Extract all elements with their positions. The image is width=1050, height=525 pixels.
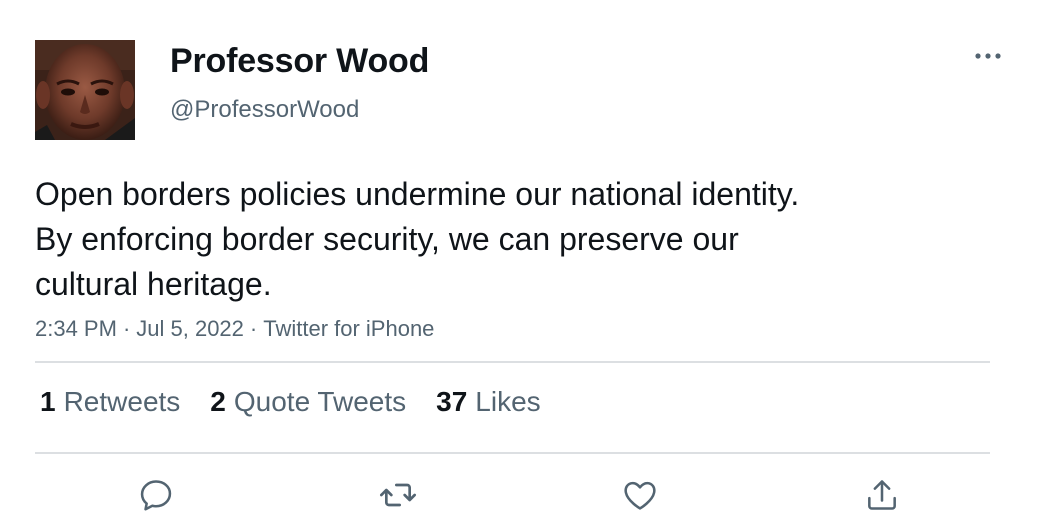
likes-stat[interactable]: 37 Likes <box>436 386 541 418</box>
share-icon <box>868 480 896 510</box>
meta-separator: · <box>249 316 258 341</box>
retweets-count: 1 <box>40 386 56 417</box>
tweet-card: Professor Wood @ProfessorWood Open borde… <box>0 0 1050 525</box>
retweet-button[interactable] <box>373 470 423 520</box>
quote-tweets-count: 2 <box>210 386 226 417</box>
divider <box>35 452 990 454</box>
retweets-label: Retweets <box>63 386 181 417</box>
user-handle[interactable]: @ProfessorWood <box>170 96 359 124</box>
tweet-text-line: By enforcing border security, we can pre… <box>35 221 739 257</box>
tweet-text: Open borders policies undermine our nati… <box>35 172 995 307</box>
like-button[interactable] <box>615 470 665 520</box>
heart-icon <box>624 481 656 510</box>
quote-tweets-label: Quote Tweets <box>233 386 407 417</box>
more-options-button[interactable] <box>968 44 1008 68</box>
retweets-stat[interactable]: 1 Retweets <box>40 386 180 418</box>
tweet-source[interactable]: Twitter for iPhone <box>263 316 434 341</box>
display-name[interactable]: Professor Wood <box>170 42 429 81</box>
engagement-stats: 1 Retweets 2 Quote Tweets 37 Likes <box>40 386 571 418</box>
action-bar <box>0 470 1050 520</box>
tweet-metadata: 2:34 PM · Jul 5, 2022 · Twitter for iPhone <box>35 316 434 342</box>
tweet-time[interactable]: 2:34 PM <box>35 316 117 341</box>
more-horizontal-icon <box>975 53 1001 59</box>
tweet-text-line: cultural heritage. <box>35 266 272 302</box>
avatar[interactable] <box>35 40 135 140</box>
likes-count: 37 <box>436 386 468 417</box>
retweet-icon <box>380 483 416 507</box>
tweet-text-line: Open borders policies undermine our nati… <box>35 176 800 212</box>
avatar-image <box>35 40 135 140</box>
share-button[interactable] <box>857 470 907 520</box>
tweet-date[interactable]: Jul 5, 2022 <box>136 316 244 341</box>
quote-tweets-stat[interactable]: 2 Quote Tweets <box>210 386 406 418</box>
meta-separator: · <box>122 316 131 341</box>
likes-label: Likes <box>475 386 541 417</box>
reply-icon <box>140 480 172 511</box>
divider <box>35 361 990 363</box>
reply-button[interactable] <box>131 470 181 520</box>
